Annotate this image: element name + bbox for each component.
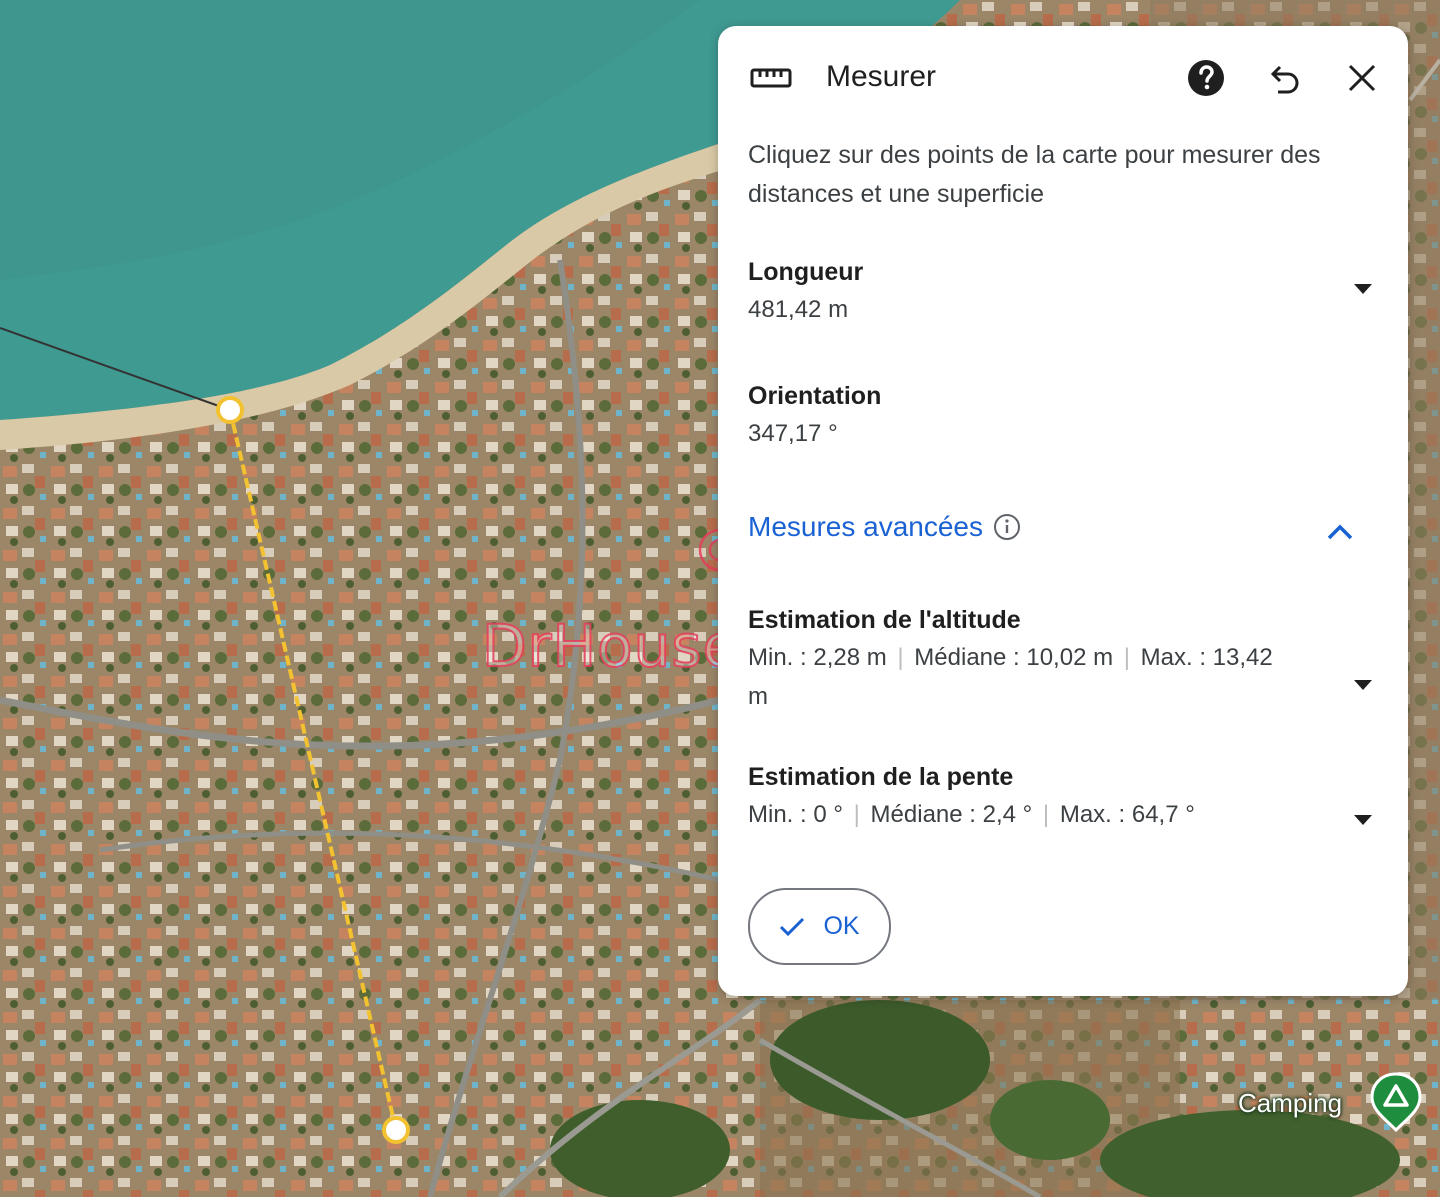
slope-values: Min. : 0 ° | Médiane : 2,4 ° | Max. : 64… (748, 795, 1378, 834)
help-button[interactable] (1186, 58, 1226, 98)
length-dropdown-button[interactable] (1348, 274, 1378, 304)
altitude-label: Estimation de l'altitude (748, 606, 1021, 634)
altitude-section: Estimation de l'altitude Min. : 2,28 m |… (748, 602, 1378, 716)
slope-label: Estimation de la pente (748, 763, 1014, 791)
separator: | (897, 644, 904, 671)
advanced-measures-label: Mesures avancées (748, 511, 984, 542)
orientation-section: Orientation 347,17 ° (748, 378, 1378, 453)
caret-down-icon (1354, 284, 1372, 294)
help-icon (1188, 60, 1224, 96)
altitude-min: Min. : 2,28 m (748, 644, 887, 671)
altitude-median: Médiane : 10,02 m (914, 644, 1114, 671)
length-value: 481,42 m (748, 296, 849, 323)
ok-label: OK (823, 912, 860, 940)
separator: | (1042, 801, 1050, 828)
caret-down-icon (1354, 680, 1372, 690)
caret-down-icon (1354, 815, 1372, 825)
altitude-values: Min. : 2,28 m | Médiane : 10,02 m | Max.… (748, 638, 1288, 716)
length-label: Longueur (748, 258, 864, 286)
length-section: Longueur 481,42 m (748, 254, 1378, 329)
panel-title: Mesurer (826, 60, 937, 93)
slope-max: Max. : 64,7 ° (1059, 801, 1195, 828)
check-icon (780, 917, 805, 936)
orientation-value: 347,17 ° (748, 420, 838, 447)
measure-point-end[interactable] (382, 1116, 410, 1144)
camping-label[interactable]: Camping (1238, 1088, 1342, 1119)
undo-icon (1270, 65, 1299, 94)
separator: | (853, 801, 860, 828)
slope-median: Médiane : 2,4 ° (870, 801, 1033, 828)
slope-min: Min. : 0 ° (748, 801, 843, 828)
measure-panel: Mesurer Cliquez sur des points de la car… (718, 26, 1408, 996)
panel-header: Mesurer (718, 26, 1408, 136)
advanced-measures-toggle[interactable]: Mesures avancées (748, 511, 1021, 543)
altitude-dropdown-button[interactable] (1348, 670, 1378, 700)
close-button[interactable] (1342, 58, 1382, 98)
instructions-text: Cliquez sur des points de la carte pour … (748, 141, 1321, 208)
ok-button[interactable]: OK (748, 888, 891, 965)
info-icon[interactable] (993, 513, 1021, 541)
slope-section: Estimation de la pente Min. : 0 ° | Médi… (748, 759, 1378, 834)
separator: | (1123, 644, 1130, 671)
ruler-icon (750, 68, 792, 88)
measure-point-start[interactable] (216, 396, 244, 424)
orientation-label: Orientation (748, 382, 882, 410)
slope-dropdown-button[interactable] (1348, 805, 1378, 835)
chevron-up-icon[interactable] (1322, 514, 1358, 550)
undo-button[interactable] (1264, 58, 1304, 98)
close-icon (1348, 64, 1376, 92)
camping-icon[interactable] (1370, 1072, 1422, 1132)
